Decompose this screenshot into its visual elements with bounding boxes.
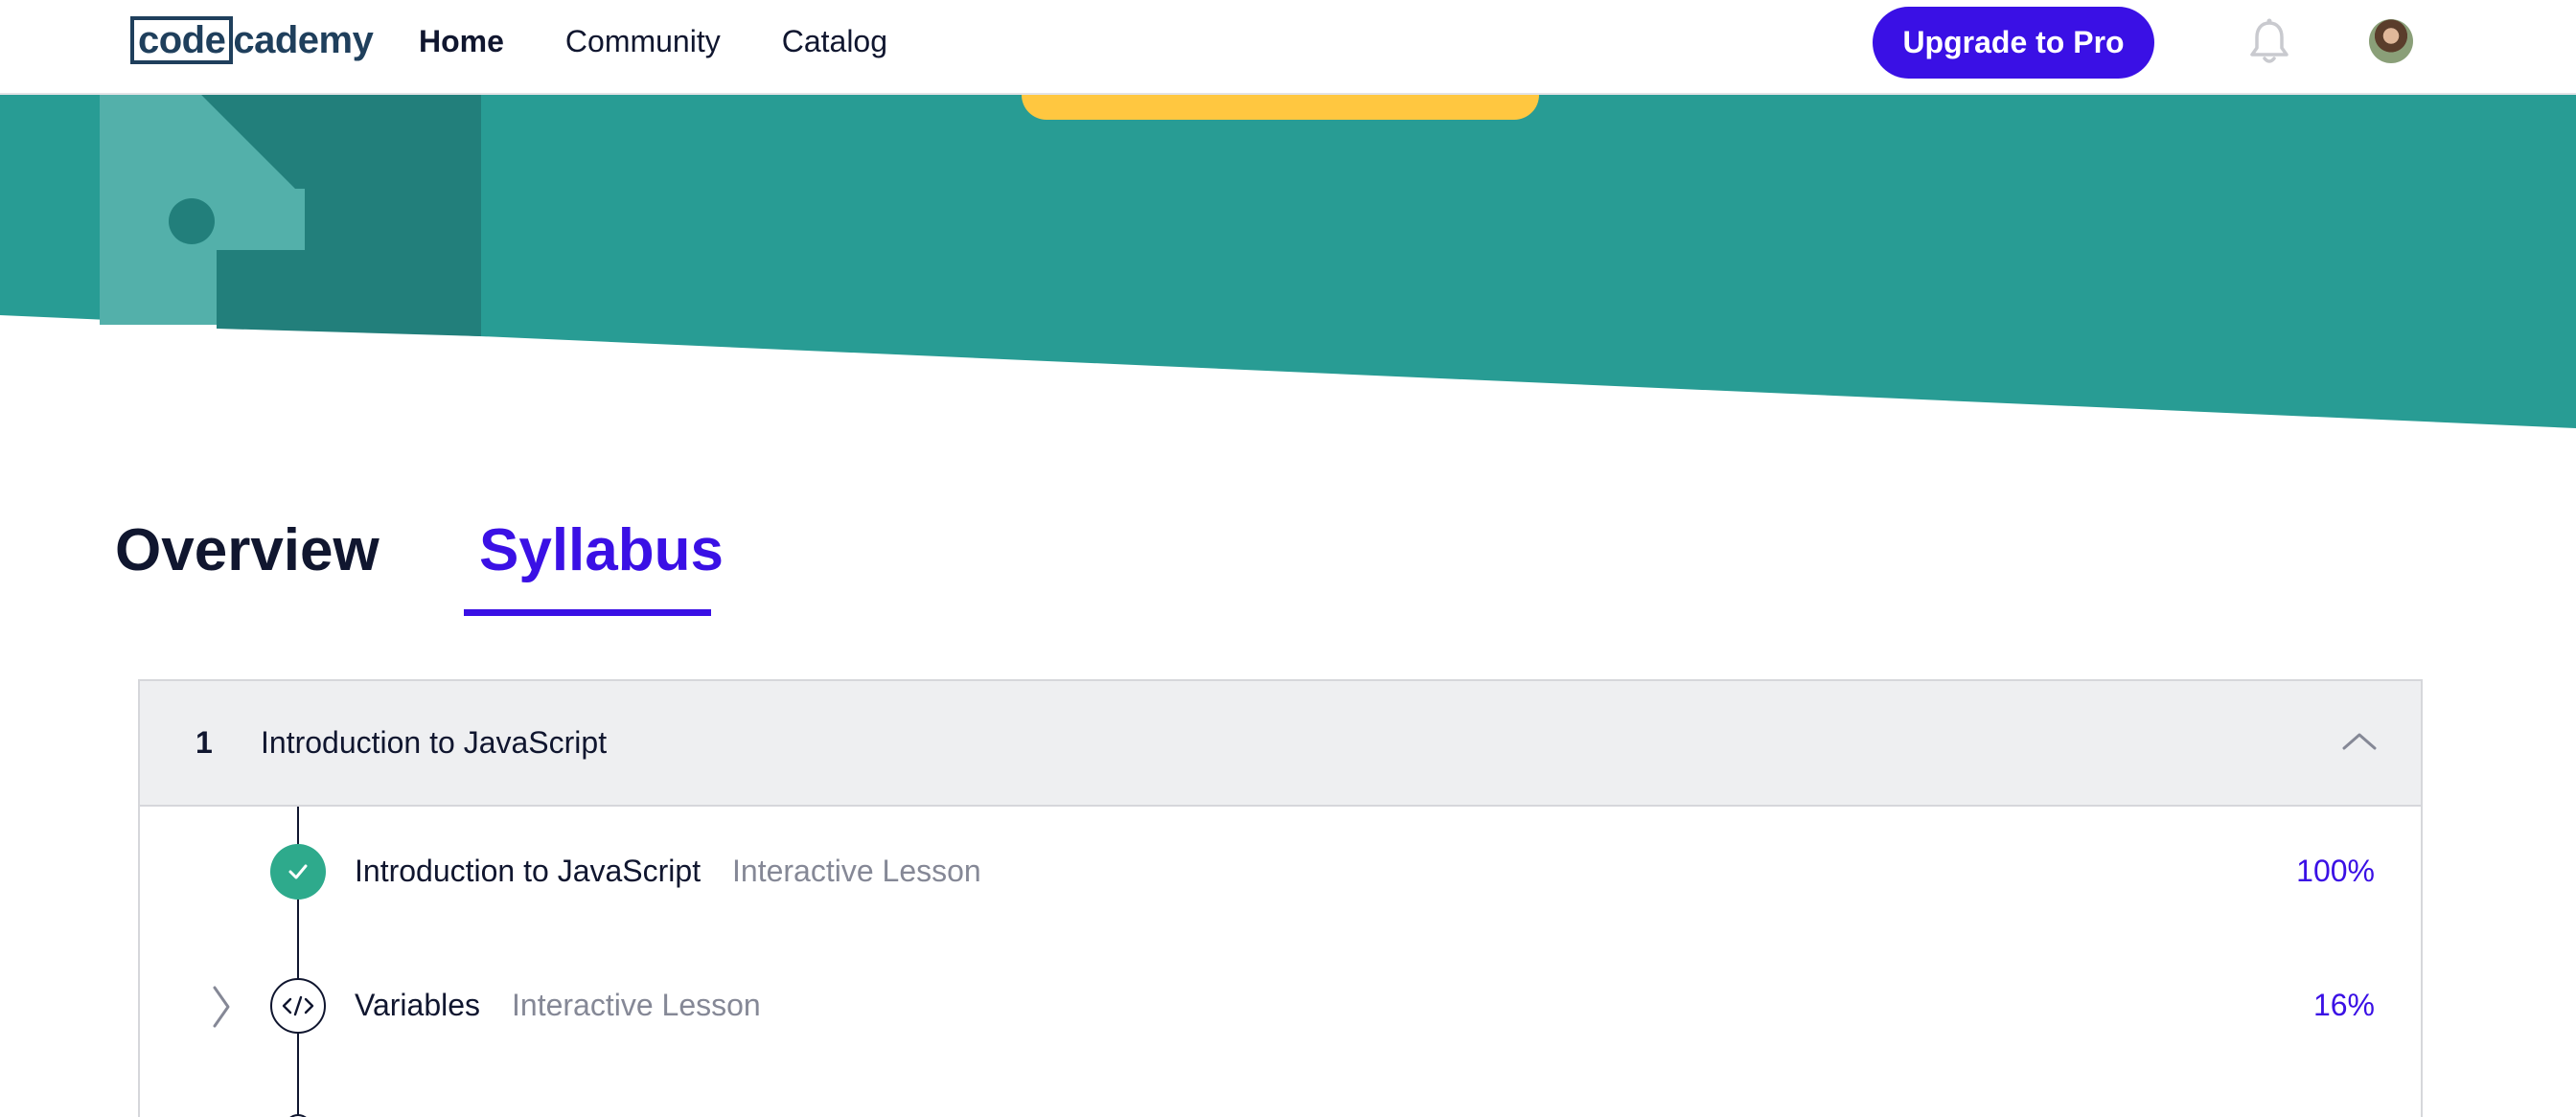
bell-icon[interactable] <box>2246 17 2292 67</box>
active-tab-indicator <box>464 609 711 616</box>
top-navigation: code cademy Home Community Catalog Upgrad… <box>0 0 2576 95</box>
lesson-progress: 16% <box>2312 988 2375 1022</box>
hero-banner <box>0 95 2576 440</box>
checkmark-icon <box>270 844 326 900</box>
main-nav: Home Community Catalog <box>419 0 949 82</box>
logo-rest-text: cademy <box>233 18 374 61</box>
hero-background <box>0 95 2576 428</box>
logo-boxed-text: code <box>130 16 234 64</box>
lesson-title[interactable]: Variables <box>355 988 480 1023</box>
module-number: 1 <box>196 725 213 760</box>
hero-cta-button-edge[interactable] <box>1022 95 1539 120</box>
lesson-type: Interactive Lesson <box>512 988 761 1022</box>
chevron-right-icon[interactable] <box>209 984 234 1030</box>
user-avatar[interactable] <box>2369 19 2413 63</box>
nav-link-home[interactable]: Home <box>419 24 504 59</box>
module-header[interactable]: 1 Introduction to JavaScript <box>140 681 2421 807</box>
tab-syllabus[interactable]: Syllabus <box>479 508 724 594</box>
lesson-title[interactable]: Introduction to JavaScript <box>355 854 701 889</box>
nav-link-community[interactable]: Community <box>565 24 721 59</box>
lesson-row[interactable]: Introduction to JavaScript Interactive L… <box>140 821 2421 926</box>
lesson-row[interactable]: Variables Interactive Lesson 16% <box>140 955 2421 1060</box>
upgrade-to-pro-button[interactable]: Upgrade to Pro <box>1873 7 2154 79</box>
syllabus-panel: 1 Introduction to JavaScript Introductio… <box>138 679 2423 1117</box>
codecademy-logo[interactable]: code cademy <box>130 15 374 65</box>
code-icon <box>270 978 326 1034</box>
chevron-up-icon[interactable] <box>2340 729 2379 752</box>
lesson-progress: 100% <box>2296 854 2375 888</box>
nav-link-catalog[interactable]: Catalog <box>782 24 887 59</box>
module-title: Introduction to JavaScript <box>261 725 608 760</box>
decor-dot <box>169 198 215 244</box>
lesson-type: Interactive Lesson <box>732 854 981 888</box>
tab-overview[interactable]: Overview <box>115 508 380 594</box>
